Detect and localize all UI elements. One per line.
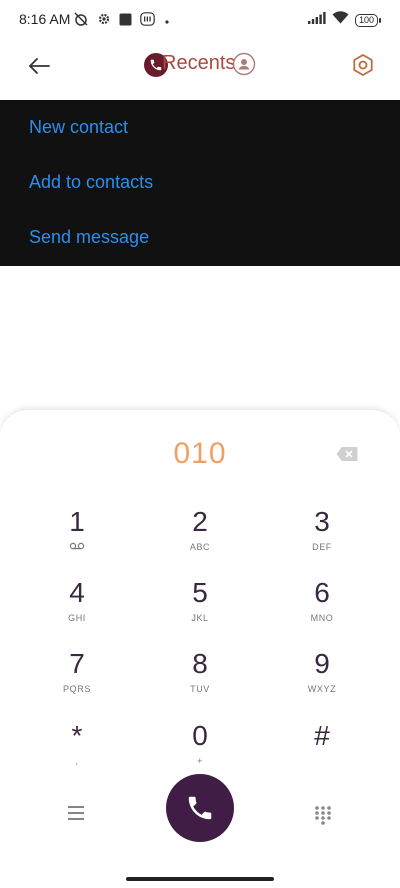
status-system-icons: 100 xyxy=(307,11,382,29)
signal-icon xyxy=(307,11,326,29)
mi-icon xyxy=(140,12,155,31)
menu-item-add-to-contacts[interactable]: Add to contacts xyxy=(29,172,153,193)
dialpad-toggle-button[interactable] xyxy=(314,805,332,825)
header: Recents xyxy=(0,40,400,100)
key-digit: 0 xyxy=(192,720,208,751)
home-indicator[interactable] xyxy=(126,877,274,881)
key-letters: WXYZ xyxy=(307,684,337,694)
key-2[interactable]: 2 ABC xyxy=(155,506,245,568)
page-title: Recents xyxy=(162,52,236,74)
key-4[interactable]: 4 GHI xyxy=(32,577,122,639)
menu-lines-icon xyxy=(68,806,84,820)
key-hash[interactable]: # xyxy=(277,720,367,782)
battery-icon: 100 xyxy=(354,13,382,27)
menu-item-new-contact[interactable]: New contact xyxy=(29,117,128,138)
key-3[interactable]: 3 DEF xyxy=(277,506,367,568)
key-star[interactable]: * , xyxy=(32,720,122,782)
key-letters: + xyxy=(197,756,203,766)
key-7[interactable]: 7 PQRS xyxy=(32,648,122,710)
key-letters: ABC xyxy=(189,542,211,552)
key-6[interactable]: 6 MNO xyxy=(277,577,367,639)
square-icon xyxy=(119,13,132,31)
context-menu: New contact Add to contacts Send message xyxy=(0,100,400,266)
key-digit: 5 xyxy=(192,577,208,608)
key-letters: PQRS xyxy=(63,684,91,694)
key-letters: TUV xyxy=(190,684,210,694)
back-button[interactable] xyxy=(24,52,54,80)
backspace-icon xyxy=(336,447,358,461)
key-digit: 8 xyxy=(192,648,208,679)
status-time: 8:16 AM xyxy=(19,11,71,27)
settings-gear-icon xyxy=(97,12,111,31)
settings-button[interactable] xyxy=(350,52,376,78)
key-digit: 7 xyxy=(69,648,85,679)
key-digit: 2 xyxy=(192,506,208,537)
key-digit: 9 xyxy=(314,648,330,679)
key-5[interactable]: 5 JKL xyxy=(155,577,245,639)
key-digit: 3 xyxy=(314,506,330,537)
wifi-icon xyxy=(332,11,349,29)
key-letters: DEF xyxy=(312,542,332,552)
key-1[interactable]: 1 xyxy=(32,506,122,568)
key-digit: 1 xyxy=(69,506,85,537)
key-digit: * xyxy=(71,720,83,751)
dialpad: 010 1 2 ABC 3 DEF 4 GHI 5 JKL 6 MNO 7 PQ… xyxy=(0,409,400,888)
key-8[interactable]: 8 TUV xyxy=(155,648,245,710)
key-digit: 4 xyxy=(69,577,85,608)
key-0[interactable]: 0 + xyxy=(155,720,245,782)
call-button[interactable] xyxy=(166,774,234,842)
menu-button[interactable] xyxy=(67,805,87,823)
key-letters: , xyxy=(75,756,79,766)
key-digit: 6 xyxy=(314,577,330,608)
call-icon xyxy=(188,796,212,820)
back-arrow-icon xyxy=(29,58,50,74)
settings-icon xyxy=(353,54,373,76)
voicemail-icon xyxy=(69,542,85,553)
key-letters: JKL xyxy=(191,613,209,623)
alarm-off-icon xyxy=(73,11,89,32)
menu-item-send-message[interactable]: Send message xyxy=(29,227,149,248)
backspace-button[interactable] xyxy=(336,446,358,462)
dot-icon xyxy=(163,13,171,31)
status-bar: 8:16 AM 100 xyxy=(0,0,400,40)
key-letters: MNO xyxy=(310,613,334,623)
key-digit: # xyxy=(314,720,330,751)
dialpad-grid-icon xyxy=(315,806,331,825)
contacts-icon[interactable] xyxy=(232,52,256,76)
key-letters: GHI xyxy=(68,613,86,623)
key-9[interactable]: 9 WXYZ xyxy=(277,648,367,710)
status-notification-icons xyxy=(73,11,171,32)
